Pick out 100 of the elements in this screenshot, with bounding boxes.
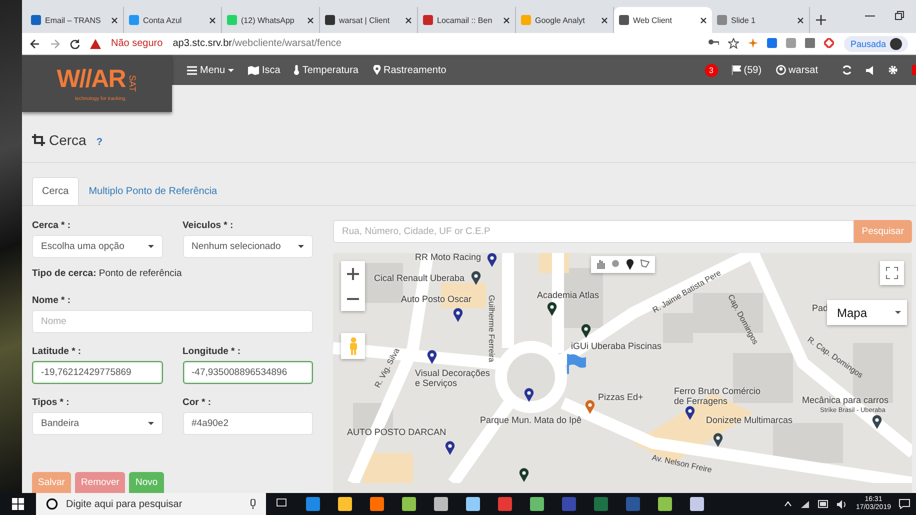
map-pin-icon[interactable] <box>713 433 723 447</box>
map-pin-icon[interactable] <box>872 415 882 429</box>
place-label: Auto Posto Oscar <box>401 295 472 305</box>
back-icon[interactable] <box>30 38 40 48</box>
plus-icon <box>347 268 359 280</box>
map-type-select[interactable]: Mapa <box>827 300 907 325</box>
favicon-icon <box>31 15 41 25</box>
volume-icon[interactable] <box>866 66 874 74</box>
close-icon[interactable] <box>797 16 804 24</box>
map-pin-icon[interactable] <box>581 324 591 338</box>
profile-button[interactable]: Pausada <box>844 36 908 52</box>
gear-icon[interactable] <box>888 65 898 75</box>
circle-icon[interactable] <box>611 259 620 268</box>
windows-start-icon[interactable] <box>12 498 24 510</box>
help-link[interactable]: ? <box>96 137 102 148</box>
marker-icon[interactable] <box>626 259 634 270</box>
favicon-icon <box>521 15 531 25</box>
select-field[interactable]: Nenhum selecionado <box>182 235 313 258</box>
url-field[interactable]: ap3.stc.srv.br/webcliente/warsat/fence <box>172 38 342 49</box>
place-label: Mecânica para carros <box>802 396 889 406</box>
reload-icon[interactable] <box>70 38 80 48</box>
close-icon[interactable] <box>405 16 412 24</box>
nav-link[interactable]: Temperatura <box>294 64 358 76</box>
map-pin-icon[interactable] <box>685 406 695 420</box>
close-icon[interactable] <box>503 16 510 24</box>
close-icon[interactable] <box>700 16 707 24</box>
map-pin-icon[interactable] <box>524 388 534 402</box>
field-label: Cor * : <box>182 397 212 408</box>
extension-icon[interactable] <box>748 38 758 48</box>
page-tab[interactable]: Cerca <box>32 177 79 205</box>
pin-icon <box>372 65 380 75</box>
thermometer-icon <box>294 65 300 75</box>
key-icon[interactable] <box>708 38 720 46</box>
user-menu[interactable]: warsat <box>776 64 818 76</box>
select-field[interactable]: Bandeira <box>32 412 162 435</box>
close-icon[interactable] <box>209 16 216 24</box>
input-field[interactable]: -47,935008896534896 <box>182 361 313 384</box>
extension-icon[interactable] <box>824 38 834 48</box>
input-field[interactable]: #4a90e2 <box>182 412 313 435</box>
place-label: Pizzas Ed+ <box>598 393 644 403</box>
map-pin-icon[interactable] <box>445 441 455 455</box>
taskbar-search-field[interactable]: Digite aqui para pesquisar <box>36 493 266 515</box>
place-label: Parque Mun. Mata do Ipê <box>480 416 582 426</box>
task-view-icon[interactable] <box>276 497 288 508</box>
page-tab[interactable]: Multiplo Ponto de Referência <box>78 177 228 205</box>
star-icon[interactable] <box>728 38 740 49</box>
street-label: R. Vig. Silva <box>373 346 402 390</box>
avatar-icon <box>890 38 902 50</box>
street-label: Av. Nelson Freire <box>651 453 713 474</box>
hand-icon[interactable] <box>596 259 605 269</box>
battery-icon[interactable] <box>818 500 829 508</box>
place-label: RR Moto Racing <box>415 253 482 263</box>
street-label: Guilherme Ferreira <box>487 295 496 362</box>
place-label: Cical Renault Uberaba <box>374 274 465 284</box>
field-label: Cerca * : <box>32 220 72 231</box>
favicon-icon <box>129 15 139 25</box>
speaker-icon[interactable] <box>836 500 848 508</box>
security-label[interactable]: Não seguro <box>111 38 163 49</box>
map-pin-icon[interactable] <box>453 308 463 322</box>
place-label: Academia Atlas <box>537 291 600 301</box>
place-label: Ferro Bruto Comércio de Ferragens <box>674 387 761 407</box>
map-pin-icon[interactable] <box>487 253 497 267</box>
notification-icon[interactable] <box>899 499 910 509</box>
nav-link[interactable]: Isca <box>248 64 280 76</box>
map-pin-icon[interactable] <box>547 302 557 316</box>
nav-link[interactable]: Menu <box>187 64 234 76</box>
map-pin-icon[interactable] <box>519 468 529 482</box>
field-label: Tipos * : <box>32 397 70 408</box>
close-icon[interactable] <box>307 16 314 24</box>
crop-icon <box>32 134 45 146</box>
wifi-icon[interactable] <box>800 500 810 508</box>
extension-icon[interactable] <box>805 38 816 48</box>
field-label: Latitude * : <box>32 346 82 357</box>
favicon-icon <box>227 15 237 25</box>
favicon-icon <box>325 15 335 25</box>
fullscreen-button[interactable] <box>880 261 904 285</box>
map-pin-icon[interactable] <box>427 350 437 364</box>
close-icon[interactable] <box>111 16 118 24</box>
fullscreen-icon <box>886 267 898 279</box>
user-icon <box>776 65 786 75</box>
extension-icon[interactable] <box>767 38 778 48</box>
polygon-icon[interactable] <box>640 259 650 268</box>
alert-badge[interactable]: 3 <box>704 64 718 76</box>
extension-icon[interactable] <box>786 38 796 48</box>
select-field[interactable]: Escolha uma opção <box>32 235 162 258</box>
browser-tab[interactable]: Web Client <box>614 7 712 33</box>
nav-link[interactable]: Rastreamento <box>372 64 446 76</box>
map-pin-icon[interactable] <box>471 271 481 285</box>
new-tab-icon[interactable] <box>816 15 826 25</box>
chevron-icon[interactable] <box>784 501 792 507</box>
place-label: AUTO POSTO DARCAN <box>347 428 446 438</box>
menu-icon <box>187 66 197 74</box>
flag-icon[interactable] <box>566 354 586 374</box>
flag-icon <box>732 65 741 75</box>
flags-link[interactable]: (59) <box>732 64 762 76</box>
restore-icon[interactable] <box>895 11 904 20</box>
refresh-icon[interactable] <box>842 65 852 75</box>
close-icon[interactable] <box>601 16 608 24</box>
fence-type-text: Tipo de cerca: Ponto de referência <box>32 268 183 279</box>
input-field[interactable]: -19,76212429775869 <box>32 361 162 384</box>
